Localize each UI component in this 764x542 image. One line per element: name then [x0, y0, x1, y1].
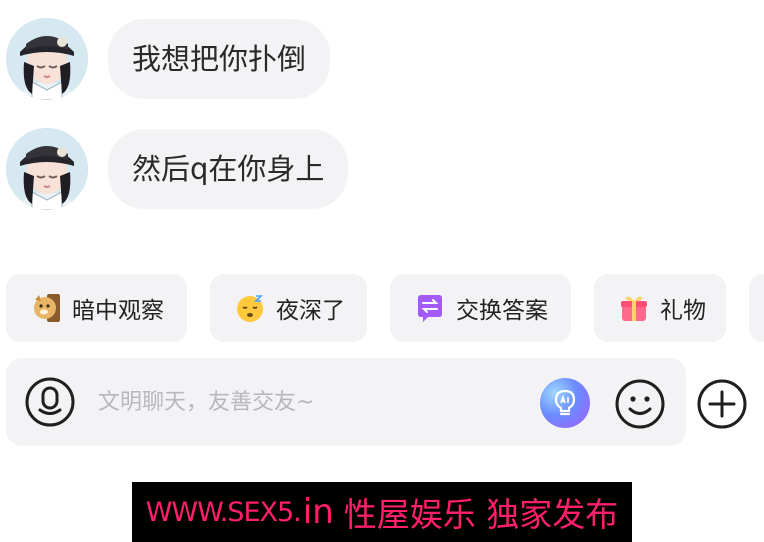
watermark-banner: WWW.SEX5. in 性屋娱乐 独家发布	[132, 482, 632, 542]
quick-reply-chips: 暗中观察 夜深了 交换答案 礼物	[6, 274, 764, 342]
ai-lightbulb-icon[interactable]	[540, 378, 590, 428]
watermark-domain: in	[302, 492, 334, 532]
chip-late-night[interactable]: 夜深了	[210, 274, 367, 342]
chat-screen: 我想把你扑倒 然后q在你身上 暗中观察 夜深了 交换答案 礼物 文明聊天，友善交…	[0, 0, 764, 542]
sleepy-face-icon	[234, 292, 266, 324]
chip-exchange-answers[interactable]: 交换答案	[390, 274, 571, 342]
gift-icon	[618, 292, 650, 324]
smiley-icon[interactable]	[614, 378, 666, 430]
message-composer	[6, 358, 686, 446]
chip-label: 礼物	[660, 298, 706, 324]
exchange-icon	[414, 292, 446, 324]
chip-partial[interactable]	[749, 274, 764, 342]
chip-label: 交换答案	[456, 298, 548, 324]
message-row: 我想把你扑倒	[6, 18, 331, 100]
chip-gift[interactable]: 礼物	[594, 274, 726, 342]
doge-peek-icon	[30, 292, 62, 324]
watermark-slogan: 性屋娱乐 独家发布	[343, 495, 619, 534]
girl-avatar-icon[interactable]	[6, 128, 88, 210]
message-row: 然后q在你身上	[6, 128, 349, 210]
chip-label: 暗中观察	[72, 298, 164, 324]
girl-avatar-icon[interactable]	[6, 18, 88, 100]
chip-label: 夜深了	[276, 298, 345, 324]
watermark-url: WWW.SEX5.	[145, 496, 302, 528]
plus-icon[interactable]	[696, 378, 748, 430]
message-bubble[interactable]: 我想把你扑倒	[108, 19, 331, 99]
chip-peek[interactable]: 暗中观察	[6, 274, 187, 342]
message-input[interactable]	[98, 382, 518, 422]
message-bubble[interactable]: 然后q在你身上	[108, 129, 349, 209]
voice-icon[interactable]	[25, 377, 75, 427]
